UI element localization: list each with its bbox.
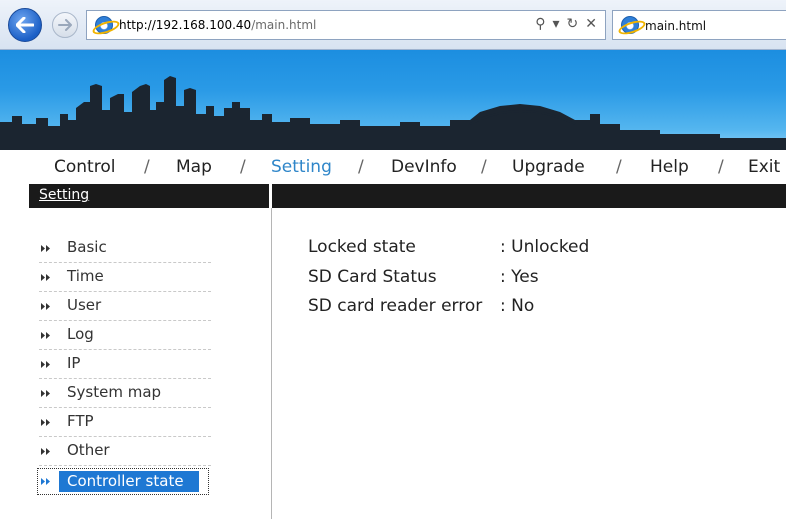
status-key: SD card reader error	[308, 296, 483, 316]
menu-separator: /	[358, 157, 364, 177]
sidebar-item-user[interactable]: User	[39, 292, 211, 321]
header-divider	[269, 184, 272, 208]
section-title[interactable]: Setting	[39, 187, 89, 203]
menu-separator: /	[616, 157, 622, 177]
stop-icon[interactable]: ✕	[585, 16, 597, 32]
bullet-icon	[41, 478, 50, 485]
status-value: : Yes	[500, 267, 539, 287]
forward-button[interactable]	[52, 12, 78, 38]
menu-help[interactable]: Help	[650, 157, 689, 177]
sidebar-item-log[interactable]: Log	[39, 321, 211, 350]
back-button[interactable]	[8, 8, 42, 42]
sidebar-item-label: Log	[67, 325, 94, 343]
sidebar-item-label: Time	[67, 267, 104, 285]
address-bar[interactable]: http://192.168.100.40/main.html ⚲ ▾ ↻ ✕	[86, 10, 606, 40]
status-value: : No	[500, 296, 535, 316]
search-icon[interactable]: ⚲	[535, 16, 545, 32]
sidebar-item-controller-state[interactable]: Controller state	[37, 468, 211, 497]
bullet-icon	[41, 361, 50, 368]
dropdown-arrow-icon[interactable]: ▾	[553, 16, 560, 32]
menu-exit[interactable]: Exit	[748, 157, 780, 177]
settings-sidebar: Basic Time User Log IP System map FTP Ot…	[29, 208, 271, 519]
refresh-icon[interactable]: ↻	[567, 16, 579, 32]
section-header-bar: Setting	[29, 184, 786, 208]
bullet-icon	[41, 419, 50, 426]
forward-arrow-icon	[58, 19, 72, 31]
sidebar-item-other[interactable]: Other	[39, 437, 211, 466]
sidebar-item-time[interactable]: Time	[39, 263, 211, 292]
bullet-icon	[41, 303, 50, 310]
tab-title: main.html	[645, 19, 707, 33]
url-path: /main.html	[251, 18, 317, 32]
url-host: http://192.168.100.40	[119, 18, 252, 32]
menu-upgrade[interactable]: Upgrade	[512, 157, 585, 177]
sidebar-item-label: Other	[67, 441, 110, 459]
bullet-icon	[41, 390, 50, 397]
sidebar-item-label: Basic	[67, 238, 107, 256]
sidebar-item-basic[interactable]: Basic	[39, 234, 211, 263]
city-skyline-image	[0, 76, 786, 150]
top-menu: Control / Map / Setting / DevInfo / Upgr…	[0, 150, 786, 184]
sidebar-item-system-map[interactable]: System map	[39, 379, 211, 408]
menu-separator: /	[481, 157, 487, 177]
menu-devinfo[interactable]: DevInfo	[391, 157, 457, 177]
browser-toolbar: http://192.168.100.40/main.html ⚲ ▾ ↻ ✕ …	[0, 0, 786, 50]
status-key: SD Card Status	[308, 267, 437, 287]
sidebar-item-label: IP	[67, 354, 81, 372]
status-value: : Unlocked	[500, 237, 590, 257]
sidebar-item-label: User	[67, 296, 102, 314]
menu-separator: /	[718, 157, 724, 177]
ie-page-icon	[95, 16, 113, 34]
tab-page-icon	[621, 16, 639, 34]
bullet-icon	[41, 245, 50, 252]
menu-control[interactable]: Control	[54, 157, 115, 177]
sidebar-item-label: FTP	[67, 412, 94, 430]
bullet-icon	[41, 448, 50, 455]
bullet-icon	[41, 332, 50, 339]
status-key: Locked state	[308, 237, 416, 257]
sidebar-item-label: Controller state	[67, 472, 184, 490]
browser-tab[interactable]: main.html	[612, 10, 786, 40]
sidebar-item-label: System map	[67, 383, 162, 401]
header-banner	[0, 50, 786, 150]
sidebar-item-ip[interactable]: IP	[39, 350, 211, 379]
menu-separator: /	[144, 157, 150, 177]
address-tools: ⚲ ▾ ↻ ✕	[535, 16, 597, 32]
menu-setting[interactable]: Setting	[271, 157, 332, 177]
url-text[interactable]: http://192.168.100.40/main.html	[119, 18, 316, 32]
bullet-icon	[41, 274, 50, 281]
menu-separator: /	[240, 157, 246, 177]
menu-map[interactable]: Map	[176, 157, 212, 177]
sidebar-item-ftp[interactable]: FTP	[39, 408, 211, 437]
back-arrow-icon	[16, 17, 34, 33]
controller-state-panel: Locked state : Unlocked SD Card Status :…	[272, 208, 786, 519]
